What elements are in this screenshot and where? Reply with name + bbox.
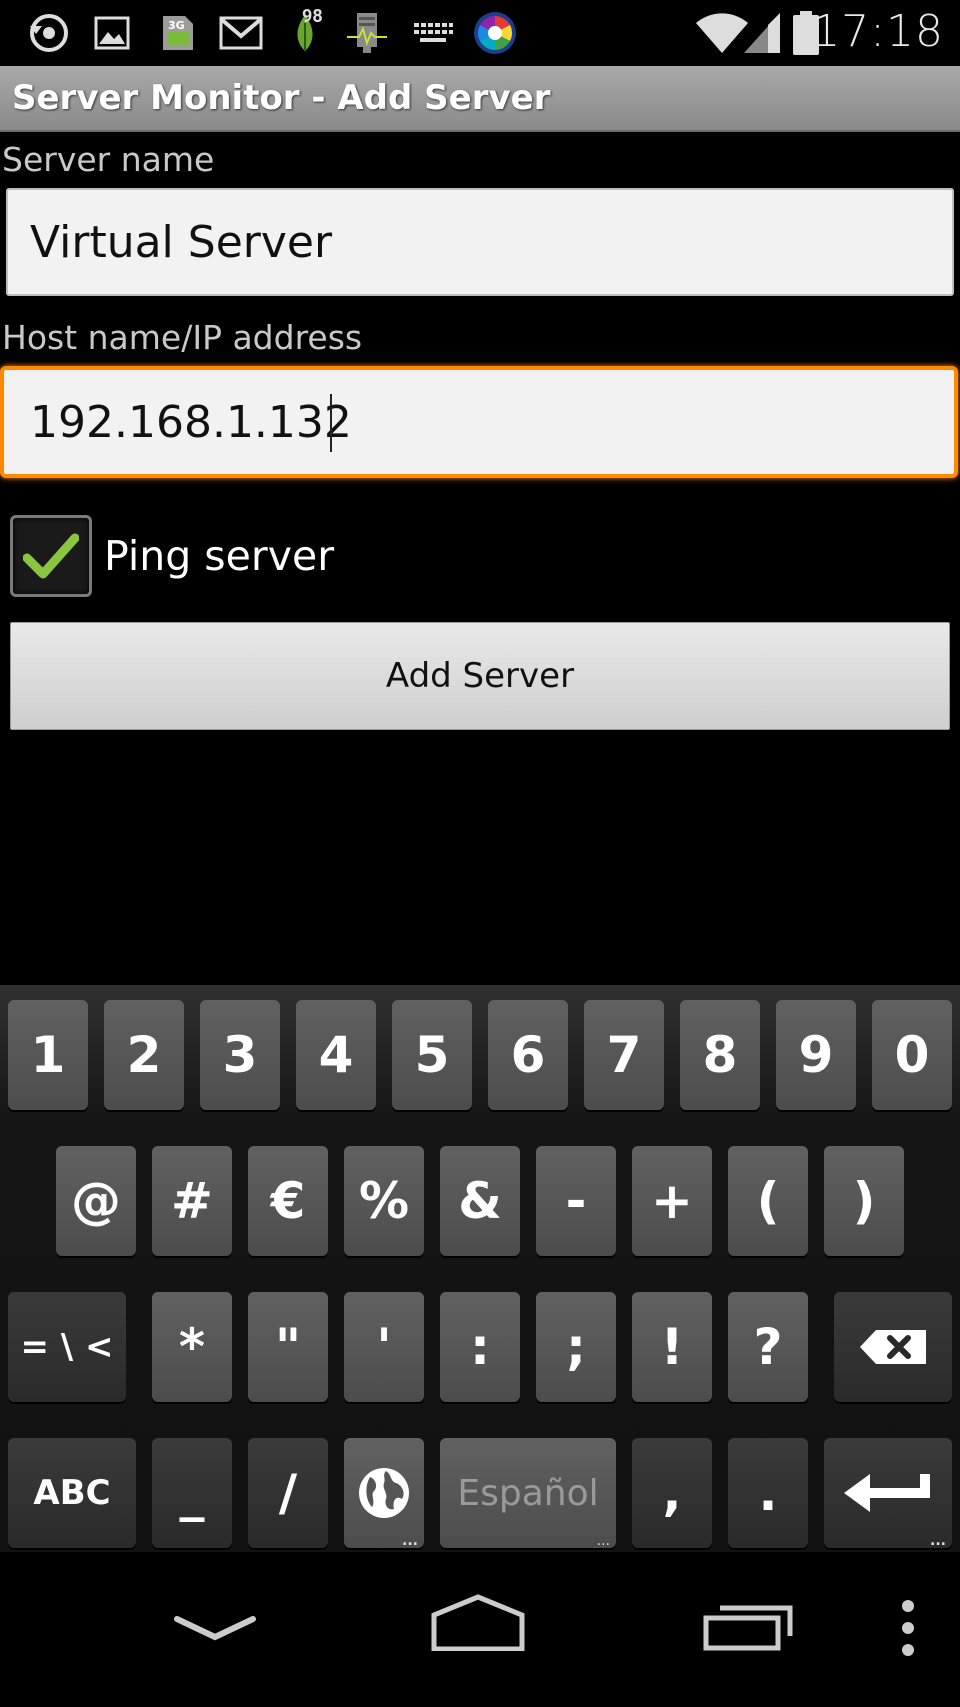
recent-apps-icon xyxy=(703,1605,793,1651)
home-icon xyxy=(431,1594,525,1651)
page-title: Server Monitor - Add Server xyxy=(12,78,551,118)
enter-icon xyxy=(844,1474,930,1512)
key-euro[interactable]: € xyxy=(248,1146,328,1256)
key-language[interactable]: ... xyxy=(344,1438,424,1548)
key-space[interactable]: Español ... xyxy=(440,1438,616,1548)
key-minus[interactable]: - xyxy=(536,1146,616,1256)
ping-server-checkbox[interactable] xyxy=(10,515,92,597)
server-name-label: Server name xyxy=(2,140,215,179)
key-2[interactable]: 2 xyxy=(104,1000,184,1110)
key-exclamation[interactable]: ! xyxy=(632,1292,712,1402)
ping-server-row[interactable]: Ping server xyxy=(10,515,334,597)
key-asterisk[interactable]: * xyxy=(152,1292,232,1402)
more-keys-indicator: ... xyxy=(930,1533,946,1549)
server-name-input[interactable] xyxy=(8,190,952,294)
key-9[interactable]: 9 xyxy=(776,1000,856,1110)
space-label: Español xyxy=(457,1472,599,1514)
sync-icon xyxy=(24,10,74,56)
server-name-field-box xyxy=(6,188,954,296)
key-comma[interactable]: , xyxy=(632,1438,712,1548)
home-button[interactable] xyxy=(428,1586,528,1658)
key-close-paren[interactable]: ) xyxy=(824,1146,904,1256)
key-backspace[interactable] xyxy=(834,1292,952,1402)
text-caret xyxy=(330,394,332,452)
key-underscore[interactable]: _ xyxy=(152,1438,232,1548)
key-more-symbols[interactable]: = \ < xyxy=(8,1292,126,1402)
recent-apps-button[interactable] xyxy=(700,1588,800,1660)
chevron-down-icon xyxy=(174,1616,256,1641)
key-1[interactable]: 1 xyxy=(8,1000,88,1110)
key-ampersand[interactable]: & xyxy=(440,1146,520,1256)
globe-icon xyxy=(359,1468,409,1518)
key-plus[interactable]: + xyxy=(632,1146,712,1256)
more-keys-indicator: ... xyxy=(596,1533,610,1549)
key-semicolon[interactable]: ; xyxy=(536,1292,616,1402)
host-input[interactable] xyxy=(4,370,954,474)
key-colon[interactable]: : xyxy=(440,1292,520,1402)
server-monitor-icon xyxy=(344,10,390,56)
sim-label: 3G xyxy=(168,19,185,32)
leaf-badge: 98 xyxy=(302,6,323,27)
key-4[interactable]: 4 xyxy=(296,1000,376,1110)
more-vertical-icon xyxy=(902,1600,914,1656)
key-0[interactable]: 0 xyxy=(872,1000,952,1110)
keyboard: 1 2 3 4 5 6 7 8 9 0 @ # € % & - + ( ) = … xyxy=(0,985,960,1552)
key-3[interactable]: 3 xyxy=(200,1000,280,1110)
clock: 17:18 xyxy=(812,6,944,57)
host-field-box xyxy=(0,366,958,478)
gmail-icon xyxy=(218,10,264,56)
hide-keyboard-button[interactable] xyxy=(170,1598,260,1658)
sim-3g-icon: 3G xyxy=(158,10,198,56)
key-enter[interactable]: ... xyxy=(824,1438,952,1548)
key-double-quote[interactable]: " xyxy=(248,1292,328,1402)
status-bar: 3G 98 17:18 xyxy=(0,0,960,66)
key-question[interactable]: ? xyxy=(728,1292,808,1402)
more-keys-indicator: ... xyxy=(402,1533,418,1549)
key-slash[interactable]: / xyxy=(248,1438,328,1548)
key-abc[interactable]: ABC xyxy=(8,1438,136,1548)
add-server-button[interactable]: Add Server xyxy=(10,622,950,730)
image-icon xyxy=(92,10,132,56)
ping-server-label: Ping server xyxy=(104,532,335,580)
overflow-menu-button[interactable] xyxy=(888,1588,928,1668)
navigation-bar xyxy=(0,1552,960,1707)
key-5[interactable]: 5 xyxy=(392,1000,472,1110)
key-7[interactable]: 7 xyxy=(584,1000,664,1110)
key-open-paren[interactable]: ( xyxy=(728,1146,808,1256)
key-percent[interactable]: % xyxy=(344,1146,424,1256)
key-period[interactable]: . xyxy=(728,1438,808,1548)
backspace-icon xyxy=(860,1330,926,1364)
key-single-quote[interactable]: ' xyxy=(344,1292,424,1402)
leaf-icon: 98 xyxy=(282,6,328,56)
checkmark-icon xyxy=(23,533,79,579)
color-wheel-icon xyxy=(470,10,520,56)
signal-icon xyxy=(742,10,782,56)
key-8[interactable]: 8 xyxy=(680,1000,760,1110)
key-6[interactable]: 6 xyxy=(488,1000,568,1110)
key-hash[interactable]: # xyxy=(152,1146,232,1256)
keyboard-icon xyxy=(410,10,456,56)
title-bar: Server Monitor - Add Server xyxy=(0,66,960,132)
key-at[interactable]: @ xyxy=(56,1146,136,1256)
host-label: Host name/IP address xyxy=(2,318,363,357)
